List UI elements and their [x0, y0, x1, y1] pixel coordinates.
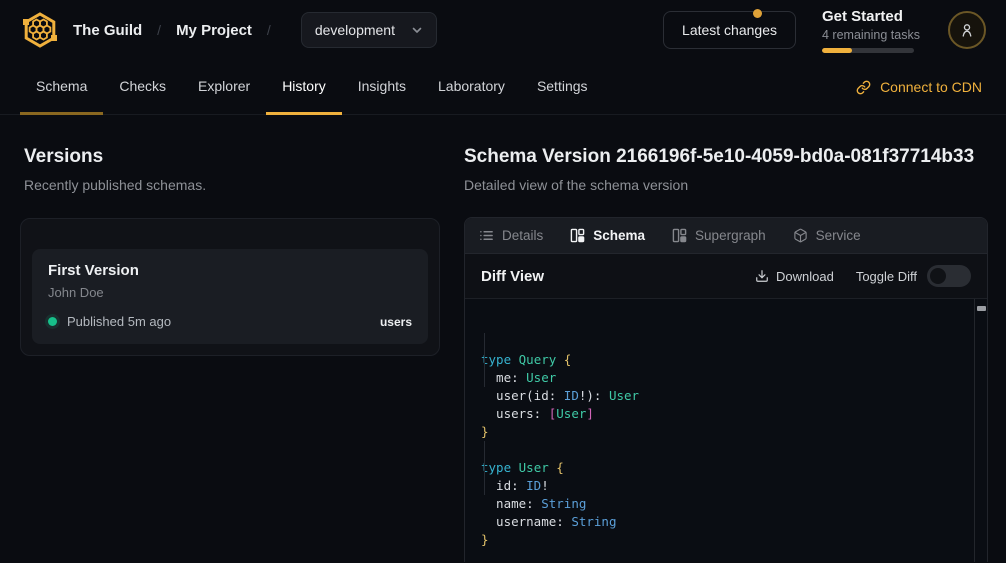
connect-to-cdn-label: Connect to CDN — [880, 79, 982, 95]
code-scrollbar-thumb[interactable] — [977, 306, 986, 311]
code-line: } — [481, 531, 959, 549]
version-list-item[interactable]: First Version John Doe Published 5m ago … — [32, 249, 428, 344]
schema-version-subtitle: Detailed view of the schema version — [464, 177, 988, 193]
detail-tab-details[interactable]: Details — [479, 228, 543, 243]
main-nav: Schema Checks Explorer History Insights … — [0, 60, 1006, 115]
schema-version-detail-card: Details Schema Supergraph — [464, 217, 988, 562]
header-actions: Latest changes Get Started 4 remaining t… — [663, 8, 986, 53]
toggle-diff-control: Toggle Diff — [856, 265, 971, 287]
detail-tab-label: Schema — [593, 228, 645, 243]
get-started-progress-fill — [822, 48, 852, 53]
tab-schema[interactable]: Schema — [20, 60, 103, 115]
code-line: name: String — [481, 495, 959, 513]
schema-code-viewer[interactable]: type Query { me: User user(id: ID!): Use… — [465, 299, 987, 562]
detail-tab-label: Supergraph — [695, 228, 766, 243]
detail-tab-label: Details — [502, 228, 543, 243]
top-header: The Guild / My Project / development Lat… — [0, 0, 1006, 60]
code-lines: type Query { me: User user(id: ID!): Use… — [481, 351, 959, 549]
target-selector-value: development — [315, 22, 395, 38]
tab-settings[interactable]: Settings — [521, 60, 604, 115]
latest-changes-button[interactable]: Latest changes — [663, 11, 796, 49]
indent-guide — [484, 333, 485, 387]
code-line: type Query { — [481, 351, 959, 369]
download-icon — [755, 269, 769, 283]
tab-history[interactable]: History — [266, 60, 342, 115]
breadcrumb-separator: / — [267, 22, 271, 38]
switch-knob — [930, 268, 946, 284]
diff-view-title: Diff View — [481, 268, 544, 285]
versions-list-card: First Version John Doe Published 5m ago … — [20, 218, 440, 356]
tab-checks[interactable]: Checks — [103, 60, 182, 115]
tab-laboratory[interactable]: Laboratory — [422, 60, 521, 115]
version-meta-row: Published 5m ago users — [48, 314, 412, 329]
org-breadcrumb[interactable]: The Guild — [73, 22, 142, 39]
get-started-progress-bar — [822, 48, 914, 53]
schema-version-title: Schema Version 2166196f-5e10-4059-bd0a-0… — [464, 146, 988, 168]
project-breadcrumb[interactable]: My Project — [176, 22, 252, 39]
get-started-title: Get Started — [822, 8, 922, 25]
get-started-subtitle: 4 remaining tasks — [822, 28, 922, 42]
code-scrollbar[interactable] — [974, 299, 987, 562]
indent-guide — [484, 441, 485, 495]
columns-icon — [570, 228, 585, 243]
schema-version-panel: Schema Version 2166196f-5e10-4059-bd0a-0… — [464, 115, 988, 562]
detail-tab-service[interactable]: Service — [793, 228, 861, 243]
versions-title: Versions — [24, 146, 440, 168]
versions-panel: Versions Recently published schemas. Fir… — [0, 115, 464, 356]
link-icon — [856, 80, 871, 95]
code-line — [481, 441, 959, 459]
code-line: type User { — [481, 459, 959, 477]
diff-view-toolbar: Diff View Download Toggle Diff — [465, 254, 987, 299]
diff-actions: Download Toggle Diff — [755, 265, 971, 287]
hive-logo-icon[interactable] — [20, 10, 60, 50]
version-name: First Version — [48, 262, 412, 279]
chevron-down-icon — [411, 24, 423, 36]
tab-insights[interactable]: Insights — [342, 60, 422, 115]
code-line: id: ID! — [481, 477, 959, 495]
toggle-diff-switch[interactable] — [927, 265, 971, 287]
code-line: user(id: ID!): User — [481, 387, 959, 405]
notification-dot — [753, 9, 762, 18]
code-line: } — [481, 423, 959, 441]
detail-tab-supergraph[interactable]: Supergraph — [672, 228, 766, 243]
breadcrumb-separator: / — [157, 22, 161, 38]
toggle-diff-label: Toggle Diff — [856, 269, 917, 284]
list-icon — [479, 228, 494, 243]
detail-tab-schema[interactable]: Schema — [570, 228, 645, 243]
cube-icon — [793, 228, 808, 243]
download-button[interactable]: Download — [755, 269, 834, 284]
detail-tabstrip: Details Schema Supergraph — [465, 218, 987, 254]
code-line: username: String — [481, 513, 959, 531]
version-author: John Doe — [48, 285, 412, 300]
published-status-dot — [48, 317, 57, 326]
detail-tab-label: Service — [816, 228, 861, 243]
columns-icon — [672, 228, 687, 243]
code-line: users: [User] — [481, 405, 959, 423]
user-icon — [958, 21, 976, 39]
code-line: me: User — [481, 369, 959, 387]
get-started-widget[interactable]: Get Started 4 remaining tasks — [822, 8, 922, 53]
target-selector-dropdown[interactable]: development — [301, 12, 437, 48]
versions-subtitle: Recently published schemas. — [24, 177, 440, 193]
service-badge: users — [380, 315, 412, 329]
published-status-text: Published 5m ago — [67, 314, 171, 329]
connect-to-cdn-link[interactable]: Connect to CDN — [852, 60, 986, 114]
tab-explorer[interactable]: Explorer — [182, 60, 266, 115]
user-avatar[interactable] — [948, 11, 986, 49]
download-label: Download — [776, 269, 834, 284]
